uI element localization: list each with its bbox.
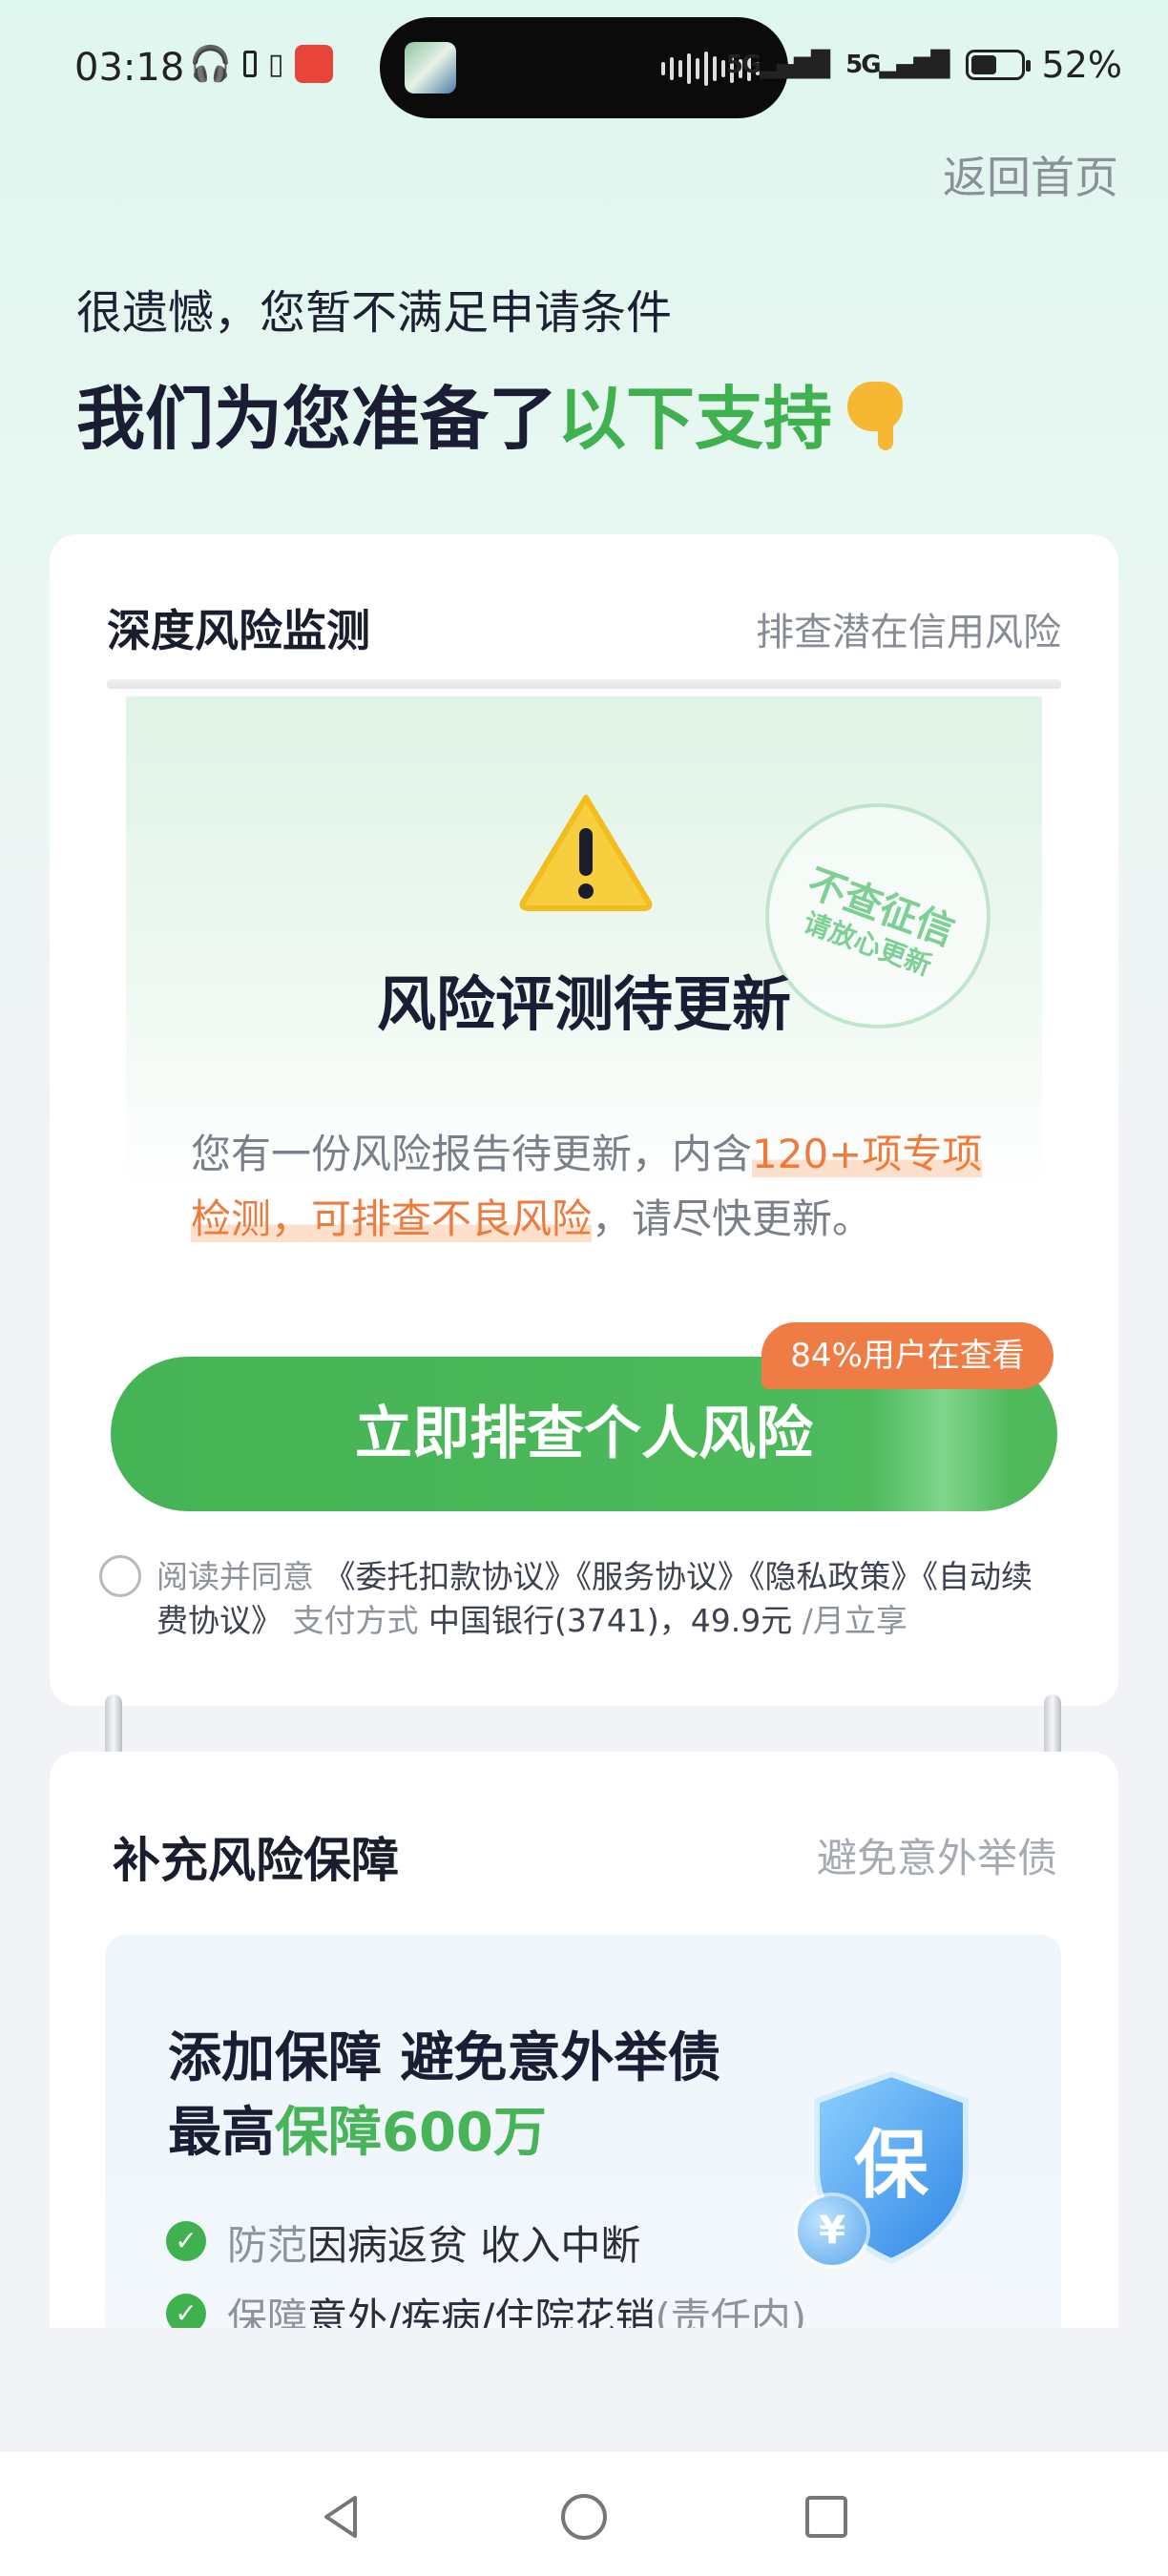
vibrate-icon: ▯ <box>267 47 284 81</box>
risk-card-subtitle: 排查潜在信用风险 <box>756 611 1061 654</box>
coverage-prefix: 最高 <box>168 2102 275 2164</box>
divider <box>107 679 1061 689</box>
insurance-card-subtitle: 避免意外举债 <box>816 1835 1057 1881</box>
insurance-coverage: 最高保障600万 <box>168 2089 547 2167</box>
app-notification-icon <box>295 45 334 83</box>
battery-percent: 52% <box>1041 44 1122 86</box>
payment-label: 支付方式 <box>292 1602 419 1639</box>
headphones-icon: 🎧 <box>189 45 232 84</box>
payment-suffix: /月立享 <box>802 1602 907 1639</box>
users-viewing-badge: 84%用户在查看 <box>761 1322 1053 1389</box>
back-triangle-icon[interactable] <box>315 2490 368 2544</box>
status-right-icons: 5G▂▄▆█ 5G▂▄▆█ 52% <box>726 44 1122 86</box>
agree-checkbox[interactable] <box>99 1555 141 1597</box>
pointing-down-hand-icon <box>842 372 908 454</box>
insurance-headline: 添加保障 避免意外举债 <box>168 2027 721 2089</box>
risk-description: 您有一份风险报告待更新，内含120+项专项检测，可排查不良风险，请尽快更新。 <box>191 1122 992 1252</box>
status-time: 03:18 <box>74 46 185 90</box>
support-heading: 我们为您准备了 以下支持 <box>76 363 908 463</box>
home-circle-icon[interactable] <box>557 2490 611 2544</box>
warning-icon <box>519 795 653 911</box>
media-thumbnail <box>405 42 456 93</box>
support-heading-highlight: 以下支持 <box>557 379 833 459</box>
status-left-icons: 🎧 ▯ <box>189 44 334 84</box>
risk-card-title: 深度风险监测 <box>107 605 370 656</box>
battery-icon <box>965 50 1031 80</box>
shield-char: 保 <box>854 2123 929 2209</box>
signal-5g-icon: 5G▂▄▆█ <box>725 51 830 79</box>
back-home-link[interactable]: 返回首页 <box>943 143 1118 206</box>
scroll-fade <box>0 2328 1168 2452</box>
recents-square-icon[interactable] <box>800 2490 853 2544</box>
agreement-link-entrust[interactable]: 《委托扣款协议》 <box>324 1558 576 1595</box>
desc-prefix: 您有一份风险报告待更新，内含 <box>191 1131 753 1177</box>
agreement-link-privacy[interactable]: 《隐私政策》 <box>749 1558 923 1595</box>
support-heading-prefix: 我们为您准备了 <box>76 379 558 459</box>
desc-suffix: ，请尽快更新。 <box>592 1195 873 1242</box>
benefit-item: 防范因病返贫 收入中断 <box>227 2222 641 2269</box>
agreement-text: 阅读并同意 《委托扣款协议》《服务协议》《隐私政策》《自动续费协议》 支付方式 … <box>156 1555 1063 1643</box>
coverage-highlight: 保障600万 <box>275 2102 547 2164</box>
risk-status-title: 风险评测待更新 <box>376 969 791 1039</box>
battery-small-icon <box>242 51 257 77</box>
agree-prefix: 阅读并同意 <box>156 1558 314 1595</box>
payment-value[interactable]: 中国银行(3741)，49.9元 <box>428 1602 792 1639</box>
insurance-card-title: 补充风险保障 <box>113 1833 399 1888</box>
check-icon: ✓ <box>166 2221 206 2261</box>
agreement-link-service[interactable]: 《服务协议》 <box>576 1558 750 1595</box>
coin-icon: ¥ <box>798 2196 866 2265</box>
signal-5g-icon-2: 5G▂▄▆█ <box>845 51 949 79</box>
rejection-message: 很遗憾，您暂不满足申请条件 <box>76 286 673 340</box>
